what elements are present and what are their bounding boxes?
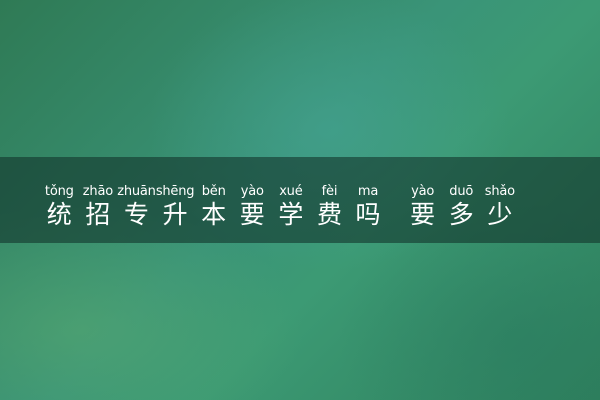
- title-char: shēng 升: [156, 184, 195, 230]
- pinyin: shǎo: [484, 184, 515, 199]
- hanzi: 要: [239, 200, 265, 229]
- hanzi: 费: [316, 200, 342, 229]
- hanzi: 吗: [355, 200, 381, 229]
- hanzi: 要: [410, 200, 436, 229]
- pinyin: yào: [411, 184, 435, 199]
- title-char: yào 要: [233, 184, 272, 230]
- hanzi: 多: [448, 200, 474, 229]
- pinyin: xué: [279, 184, 303, 199]
- hanzi: 少: [487, 200, 513, 229]
- pinyin: fèi: [321, 184, 338, 199]
- title-char: běn 本: [194, 184, 233, 230]
- pinyin: shēng: [155, 184, 195, 199]
- hanzi: 统: [46, 200, 72, 229]
- hanzi: 专: [123, 200, 149, 229]
- pinyin: yào: [240, 184, 264, 199]
- title-char: duō 多: [442, 184, 481, 230]
- pinyin: ma: [357, 184, 379, 199]
- pinyin: duō: [449, 184, 474, 199]
- title-char: xué 学: [272, 184, 311, 230]
- title-char: shǎo 少: [481, 184, 520, 230]
- title-char: zhuān 专: [117, 184, 156, 230]
- pinyin: zhuān: [117, 184, 156, 199]
- pinyin: zhāo: [82, 184, 113, 199]
- hanzi: 本: [201, 200, 227, 229]
- page-title: tǒng 统 zhāo 招 zhuān 专 shēng 升 běn 本 yào …: [40, 184, 519, 230]
- title-char: zhāo 招: [79, 184, 118, 230]
- hanzi: 学: [278, 200, 304, 229]
- hanzi: 升: [162, 200, 188, 229]
- pinyin: tǒng: [44, 184, 74, 199]
- title-char: tǒng 统: [40, 184, 79, 230]
- title-char: yào 要: [403, 184, 442, 230]
- hanzi: 招: [85, 200, 111, 229]
- title-char: fèi 费: [310, 184, 349, 230]
- pinyin: běn: [201, 184, 226, 199]
- title-char: ma 吗: [349, 184, 388, 230]
